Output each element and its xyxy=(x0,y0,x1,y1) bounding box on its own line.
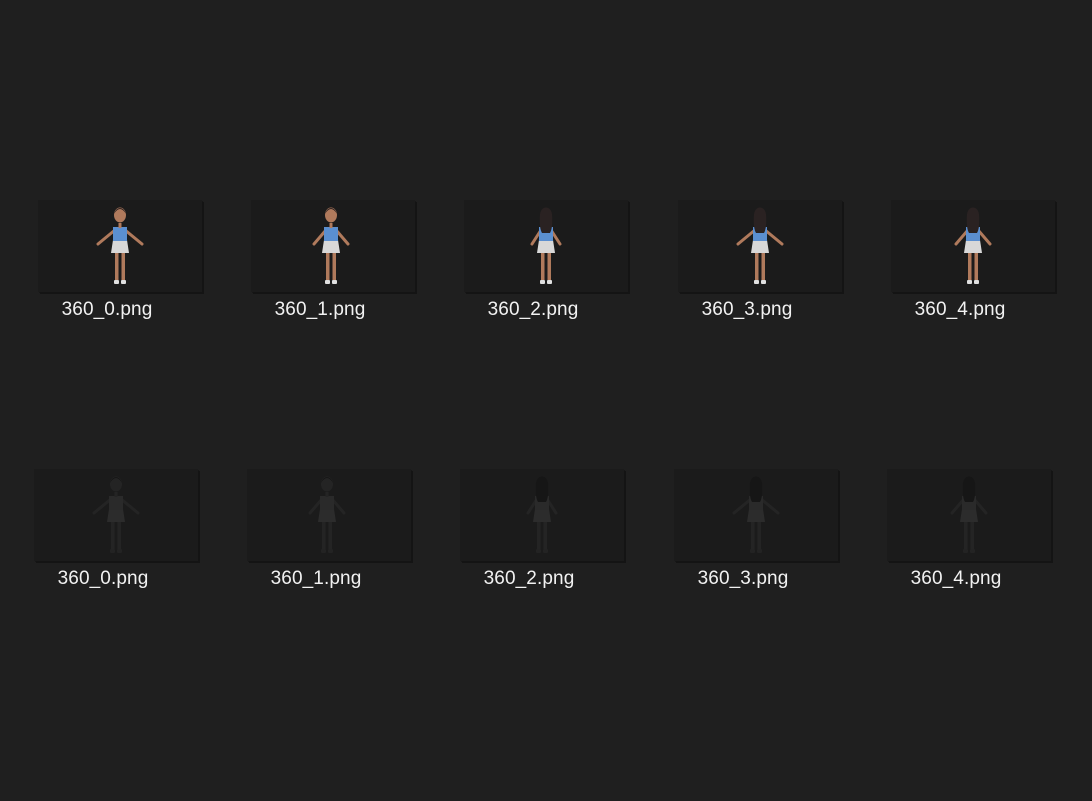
file-explorer-view: 360_0.png 360_1.png 360_2.png 360_3.png … xyxy=(0,0,1092,801)
file-item[interactable]: 360_0.png xyxy=(12,200,202,340)
character-figure xyxy=(950,476,988,553)
image-thumbnail[interactable] xyxy=(38,200,202,292)
image-thumbnail[interactable] xyxy=(247,469,411,561)
image-thumbnail[interactable] xyxy=(887,469,1051,561)
file-item[interactable]: 360_4.png xyxy=(865,200,1055,340)
character-figure xyxy=(736,207,784,284)
file-name[interactable]: 360_2.png xyxy=(438,298,628,322)
file-name[interactable]: 360_2.png xyxy=(434,567,624,591)
file-name[interactable]: 360_1.png xyxy=(225,298,415,322)
file-item[interactable]: 360_1.png xyxy=(225,200,415,340)
file-name[interactable]: 360_1.png xyxy=(221,567,411,591)
character-figure xyxy=(96,207,144,284)
image-thumbnail[interactable] xyxy=(464,200,628,292)
thumbnail-row-dark: 360_0.png 360_1.png 360_2.png 360_3.png … xyxy=(0,469,1092,609)
file-item[interactable]: 360_0.png xyxy=(8,469,198,609)
thumbnail-row-color: 360_0.png 360_1.png 360_2.png 360_3.png … xyxy=(0,200,1092,340)
file-item[interactable]: 360_4.png xyxy=(861,469,1051,609)
character-figure xyxy=(312,207,350,284)
file-item[interactable]: 360_2.png xyxy=(438,200,628,340)
image-thumbnail[interactable] xyxy=(891,200,1055,292)
character-figure xyxy=(530,207,562,284)
file-item[interactable]: 360_1.png xyxy=(221,469,411,609)
image-thumbnail[interactable] xyxy=(251,200,415,292)
file-name[interactable]: 360_3.png xyxy=(652,298,842,322)
character-figure xyxy=(954,207,992,284)
image-thumbnail[interactable] xyxy=(678,200,842,292)
image-thumbnail[interactable] xyxy=(674,469,838,561)
file-item[interactable]: 360_2.png xyxy=(434,469,624,609)
file-name[interactable]: 360_4.png xyxy=(865,298,1055,322)
character-figure xyxy=(92,476,140,553)
file-item[interactable]: 360_3.png xyxy=(648,469,838,609)
character-figure xyxy=(526,476,558,553)
image-thumbnail[interactable] xyxy=(460,469,624,561)
character-figure xyxy=(308,476,346,553)
file-name[interactable]: 360_0.png xyxy=(12,298,202,322)
file-name[interactable]: 360_4.png xyxy=(861,567,1051,591)
image-thumbnail[interactable] xyxy=(34,469,198,561)
file-name[interactable]: 360_3.png xyxy=(648,567,838,591)
file-name[interactable]: 360_0.png xyxy=(8,567,198,591)
file-item[interactable]: 360_3.png xyxy=(652,200,842,340)
character-figure xyxy=(732,476,780,553)
